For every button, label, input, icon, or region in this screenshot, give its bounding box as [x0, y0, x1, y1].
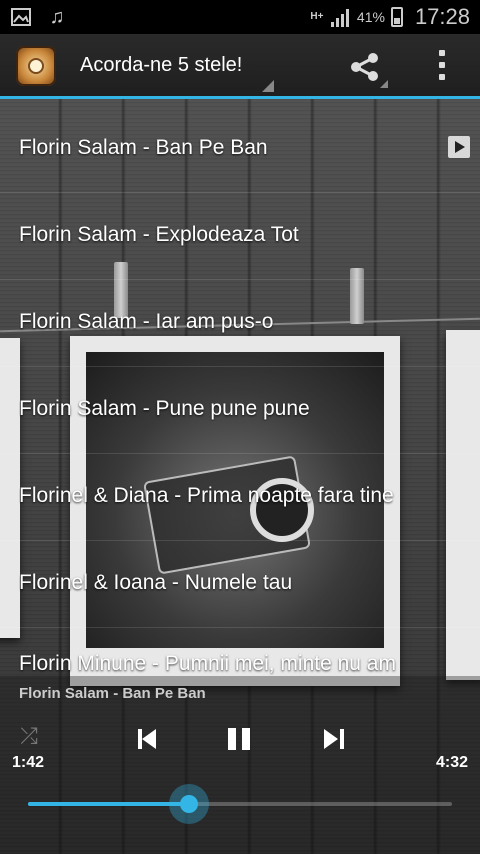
action-bar: Acorda-ne 5 stele! — [0, 34, 480, 99]
share-icon[interactable] — [346, 48, 384, 86]
song-row[interactable]: Florinel & Ioana - Numele tau — [0, 541, 480, 628]
current-time: 1:42 — [12, 754, 45, 771]
network-type: H+ — [310, 11, 324, 22]
song-row[interactable]: Florin Salam - Iar am pus-o — [0, 280, 480, 367]
song-title: Florinel & Ioana - Numele tau — [19, 571, 293, 594]
song-row[interactable]: Florin Salam - Pune pune pune — [0, 367, 480, 454]
battery-percent: 41% — [356, 9, 385, 25]
app-icon[interactable] — [16, 46, 56, 86]
now-playing-title: Florin Salam - Ban Pe Ban — [19, 685, 206, 702]
image-icon — [10, 6, 32, 28]
previous-icon[interactable] — [138, 726, 158, 754]
next-icon[interactable] — [324, 726, 344, 754]
player-panel: Florin Salam - Ban Pe Ban ⤮ 1:42 4:32 — [0, 676, 480, 854]
total-time: 4:32 — [435, 754, 468, 771]
seek-bar[interactable] — [28, 784, 452, 824]
song-title: Florin Salam - Explodeaza Tot — [19, 223, 299, 246]
seek-progress — [28, 802, 190, 806]
shuffle-icon[interactable]: ⤮ — [14, 724, 44, 748]
music-note-icon: ♫ — [49, 5, 65, 28]
song-row[interactable]: Florin Salam - Explodeaza Tot — [0, 193, 480, 280]
pause-icon[interactable] — [228, 726, 252, 754]
status-bar: ♫ H+ 41% 17:28 — [0, 0, 480, 34]
seek-thumb[interactable] — [169, 784, 210, 824]
song-title: Florin Minune - Pumnii mei, minte nu am — [19, 652, 396, 675]
battery-icon — [390, 7, 403, 27]
title-dropdown-caret — [262, 80, 274, 92]
signal-icon — [330, 7, 351, 27]
song-title: Florin Salam - Pune pune pune — [19, 397, 310, 420]
app-title[interactable]: Acorda-ne 5 stele! — [80, 54, 242, 77]
overflow-menu-icon[interactable] — [436, 50, 448, 80]
song-row[interactable]: Florin Salam - Ban Pe Ban — [0, 106, 480, 193]
song-title: Florin Salam - Ban Pe Ban — [19, 136, 268, 159]
song-title: Florin Salam - Iar am pus-o — [19, 310, 274, 333]
song-title: Florinel & Diana - Prima noapte fara tin… — [19, 484, 394, 507]
clock: 17:28 — [414, 4, 470, 29]
now-playing-icon — [448, 136, 470, 158]
song-list: Florin Salam - Ban Pe Ban Florin Salam -… — [0, 106, 480, 714]
song-row[interactable]: Florinel & Diana - Prima noapte fara tin… — [0, 454, 480, 541]
share-dropdown-caret — [380, 80, 388, 88]
